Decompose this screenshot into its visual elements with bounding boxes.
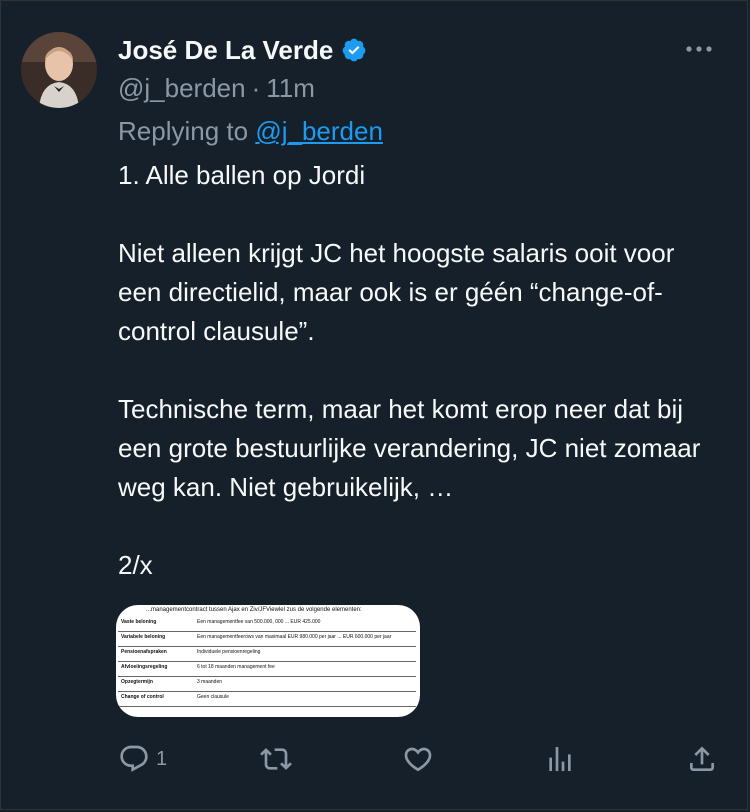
table-row: Variabele beloning Een managementfeerows… — [118, 631, 416, 647]
reply-icon — [120, 745, 148, 772]
tweet-card: José De La Verde @j_berden · 11m Replyin… — [0, 0, 748, 810]
share-icon — [690, 746, 714, 771]
more-icon[interactable] — [681, 35, 717, 63]
table-cell: Individuele pensioenregeling — [194, 646, 416, 662]
retweet-icon — [260, 748, 292, 770]
table-row: Pensioenafspraken Individuele pensioenre… — [118, 646, 416, 662]
reply-count: 1 — [156, 747, 168, 770]
table-cell: Pensioenafspraken — [118, 646, 194, 662]
table-cell: 3 maanden — [194, 676, 416, 692]
verified-badge-icon — [342, 38, 366, 62]
share-button[interactable] — [686, 743, 718, 775]
replying-to-link[interactable]: @j_berden — [255, 116, 383, 146]
table-cell: Change of control — [118, 691, 194, 707]
table-cell: 6 tot 18 maanden management fee — [194, 661, 416, 677]
replying-to: Replying to @j_berden — [118, 116, 383, 147]
attachment-title: ...managementcontract tussen Ajax en Ziv… — [146, 607, 362, 613]
author-name[interactable]: José De La Verde — [118, 35, 333, 66]
replying-prefix: Replying to — [118, 116, 249, 146]
separator: · — [251, 73, 261, 103]
like-icon — [404, 747, 432, 772]
table-cell: Vaste beloning — [118, 617, 194, 632]
timestamp[interactable]: 11m — [266, 73, 315, 105]
avatar-image — [21, 32, 97, 108]
table-cell: Opzegtermijn — [118, 676, 194, 692]
paragraph: 2/x — [118, 550, 153, 580]
retweet-button[interactable] — [260, 743, 292, 775]
attached-image[interactable]: ...managementcontract tussen Ajax en Ziv… — [116, 605, 420, 717]
tweet-header: José De La Verde @j_berden · 11m — [118, 33, 717, 105]
table-cell: Variabele beloning — [118, 631, 194, 647]
table-cell: Afvloeiingsregeling — [118, 661, 194, 677]
table-cell: Geen clausule — [194, 691, 416, 707]
paragraph: Technische term, maar het komt erop neer… — [118, 394, 701, 502]
views-button[interactable] — [544, 743, 576, 775]
table-cell: Een managementfeerows van maximaal EUR 9… — [194, 631, 416, 647]
table-row: Afvloeiingsregeling 6 tot 18 maanden man… — [118, 661, 416, 677]
paragraph: 1. Alle ballen op Jordi — [118, 160, 366, 190]
table-row: Opzegtermijn 3 maanden — [118, 676, 416, 692]
paragraph: Niet alleen krijgt JC het hoogste salari… — [118, 238, 675, 346]
views-icon — [549, 747, 571, 771]
table-cell: Een managementfee van 500.000, 000 ... E… — [194, 617, 416, 632]
reply-button[interactable]: 1 — [118, 743, 167, 775]
like-button[interactable] — [402, 743, 434, 775]
action-bar: 1 — [118, 743, 724, 783]
tweet-text: 1. Alle ballen op Jordi Niet alleen krij… — [118, 156, 718, 585]
table-row: Vaste beloning Een managementfee van 500… — [118, 617, 416, 632]
author-handle[interactable]: @j_berden — [118, 73, 246, 105]
avatar[interactable] — [21, 32, 97, 108]
attachment-table: Vaste beloning Een managementfee van 500… — [118, 617, 416, 707]
table-row: Change of control Geen clausule — [118, 691, 416, 707]
